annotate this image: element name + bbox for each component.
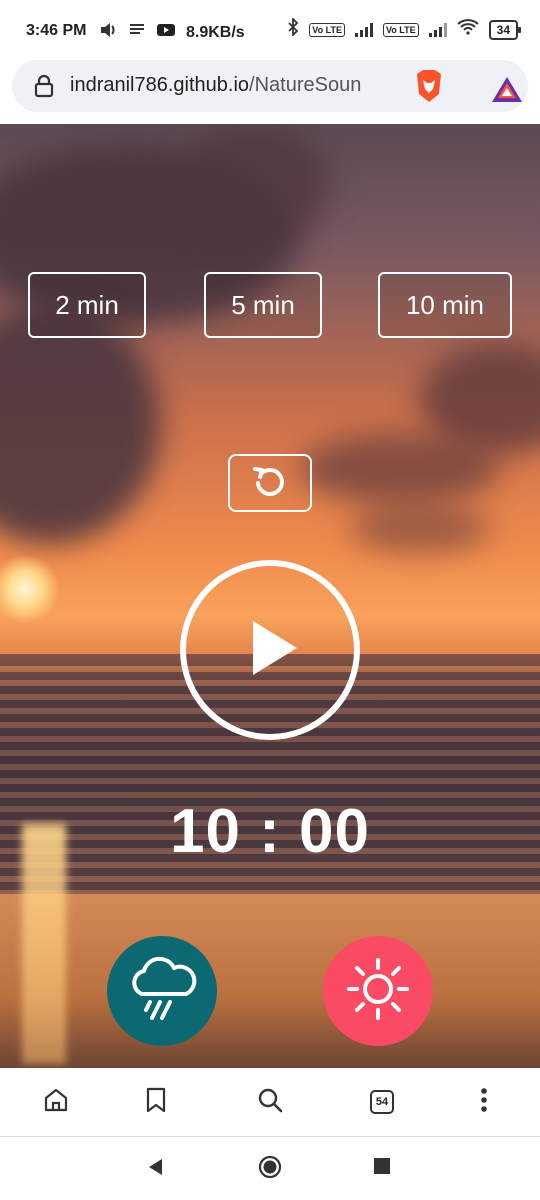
cloud-shape bbox=[180, 124, 330, 244]
sim-icon bbox=[128, 22, 146, 43]
volte-badge-1: Vo LTE bbox=[309, 22, 345, 37]
rain-cloud-icon bbox=[124, 954, 200, 1029]
brave-rewards-icon[interactable] bbox=[490, 74, 524, 104]
back-button[interactable] bbox=[146, 1157, 166, 1182]
time-option-2min-button[interactable]: 2 min bbox=[28, 272, 146, 338]
browser-url-bar: indranil786.github.io/NatureSoun bbox=[0, 60, 540, 124]
sun-icon bbox=[343, 954, 413, 1029]
battery-indicator: 34 bbox=[488, 19, 522, 40]
search-icon bbox=[256, 1086, 284, 1119]
status-bar: 3:46 PM 8.9KB/s Vo LTE Vo LTE 34 bbox=[0, 0, 540, 60]
countdown-timer: 10 : 00 bbox=[169, 797, 371, 866]
android-nav-bar bbox=[0, 1137, 540, 1200]
sun-sound-button[interactable] bbox=[323, 936, 433, 1046]
time-option-10min-button[interactable]: 10 min bbox=[378, 272, 512, 338]
signal-icon-1 bbox=[354, 22, 373, 37]
wifi-icon bbox=[456, 19, 479, 40]
volte-badge-2: Vo LTE bbox=[382, 22, 419, 37]
cloud-shape bbox=[300, 434, 500, 504]
cloud-shape bbox=[0, 304, 160, 544]
beach-shore bbox=[0, 894, 540, 1068]
signal-icon-2 bbox=[428, 22, 447, 37]
status-right: Vo LTE Vo LTE 34 bbox=[287, 16, 522, 41]
status-time: 3:46 PM bbox=[26, 22, 87, 39]
youtube-icon bbox=[156, 22, 176, 43]
cloud-shape bbox=[350, 504, 490, 554]
bookmark-icon bbox=[145, 1086, 167, 1119]
lock-icon[interactable] bbox=[34, 74, 54, 98]
menu-button[interactable] bbox=[468, 1086, 500, 1118]
setting-sun bbox=[0, 554, 60, 624]
reset-icon bbox=[250, 461, 290, 506]
url-host: indranil786.github.io bbox=[70, 74, 250, 96]
reset-button[interactable] bbox=[228, 454, 312, 512]
browser-bottom-toolbar: 54 bbox=[0, 1068, 540, 1137]
brave-shields-icon[interactable] bbox=[412, 68, 446, 104]
bookmarks-button[interactable] bbox=[140, 1086, 172, 1118]
tab-count: 54 bbox=[370, 1090, 394, 1114]
more-vertical-icon bbox=[480, 1087, 488, 1118]
search-button[interactable] bbox=[254, 1086, 286, 1118]
bluetooth-icon bbox=[287, 16, 299, 41]
home-nav-button[interactable] bbox=[258, 1155, 282, 1184]
back-triangle-icon bbox=[149, 1159, 162, 1175]
recents-square-icon bbox=[374, 1158, 390, 1174]
volume-icon bbox=[100, 22, 118, 43]
play-icon bbox=[235, 613, 305, 688]
recents-button[interactable] bbox=[373, 1157, 391, 1180]
status-icons: 8.9KB/s bbox=[100, 22, 245, 43]
play-button[interactable] bbox=[180, 560, 360, 740]
rain-sound-button[interactable] bbox=[107, 936, 217, 1046]
home-button[interactable] bbox=[40, 1086, 72, 1118]
net-speed: 8.9KB/s bbox=[186, 23, 245, 41]
sunset-background: 2 min 5 min 10 min 10 : 00 bbox=[0, 124, 540, 1068]
tabs-button[interactable]: 54 bbox=[366, 1086, 398, 1118]
url-text[interactable]: indranil786.github.io/NatureSoun bbox=[70, 74, 406, 97]
home-circle-icon bbox=[258, 1155, 282, 1179]
time-option-5min-button[interactable]: 5 min bbox=[204, 272, 322, 338]
home-icon bbox=[42, 1086, 70, 1119]
url-path: /NatureSoun bbox=[249, 74, 362, 96]
address-field[interactable]: indranil786.github.io/NatureSoun bbox=[12, 60, 528, 112]
